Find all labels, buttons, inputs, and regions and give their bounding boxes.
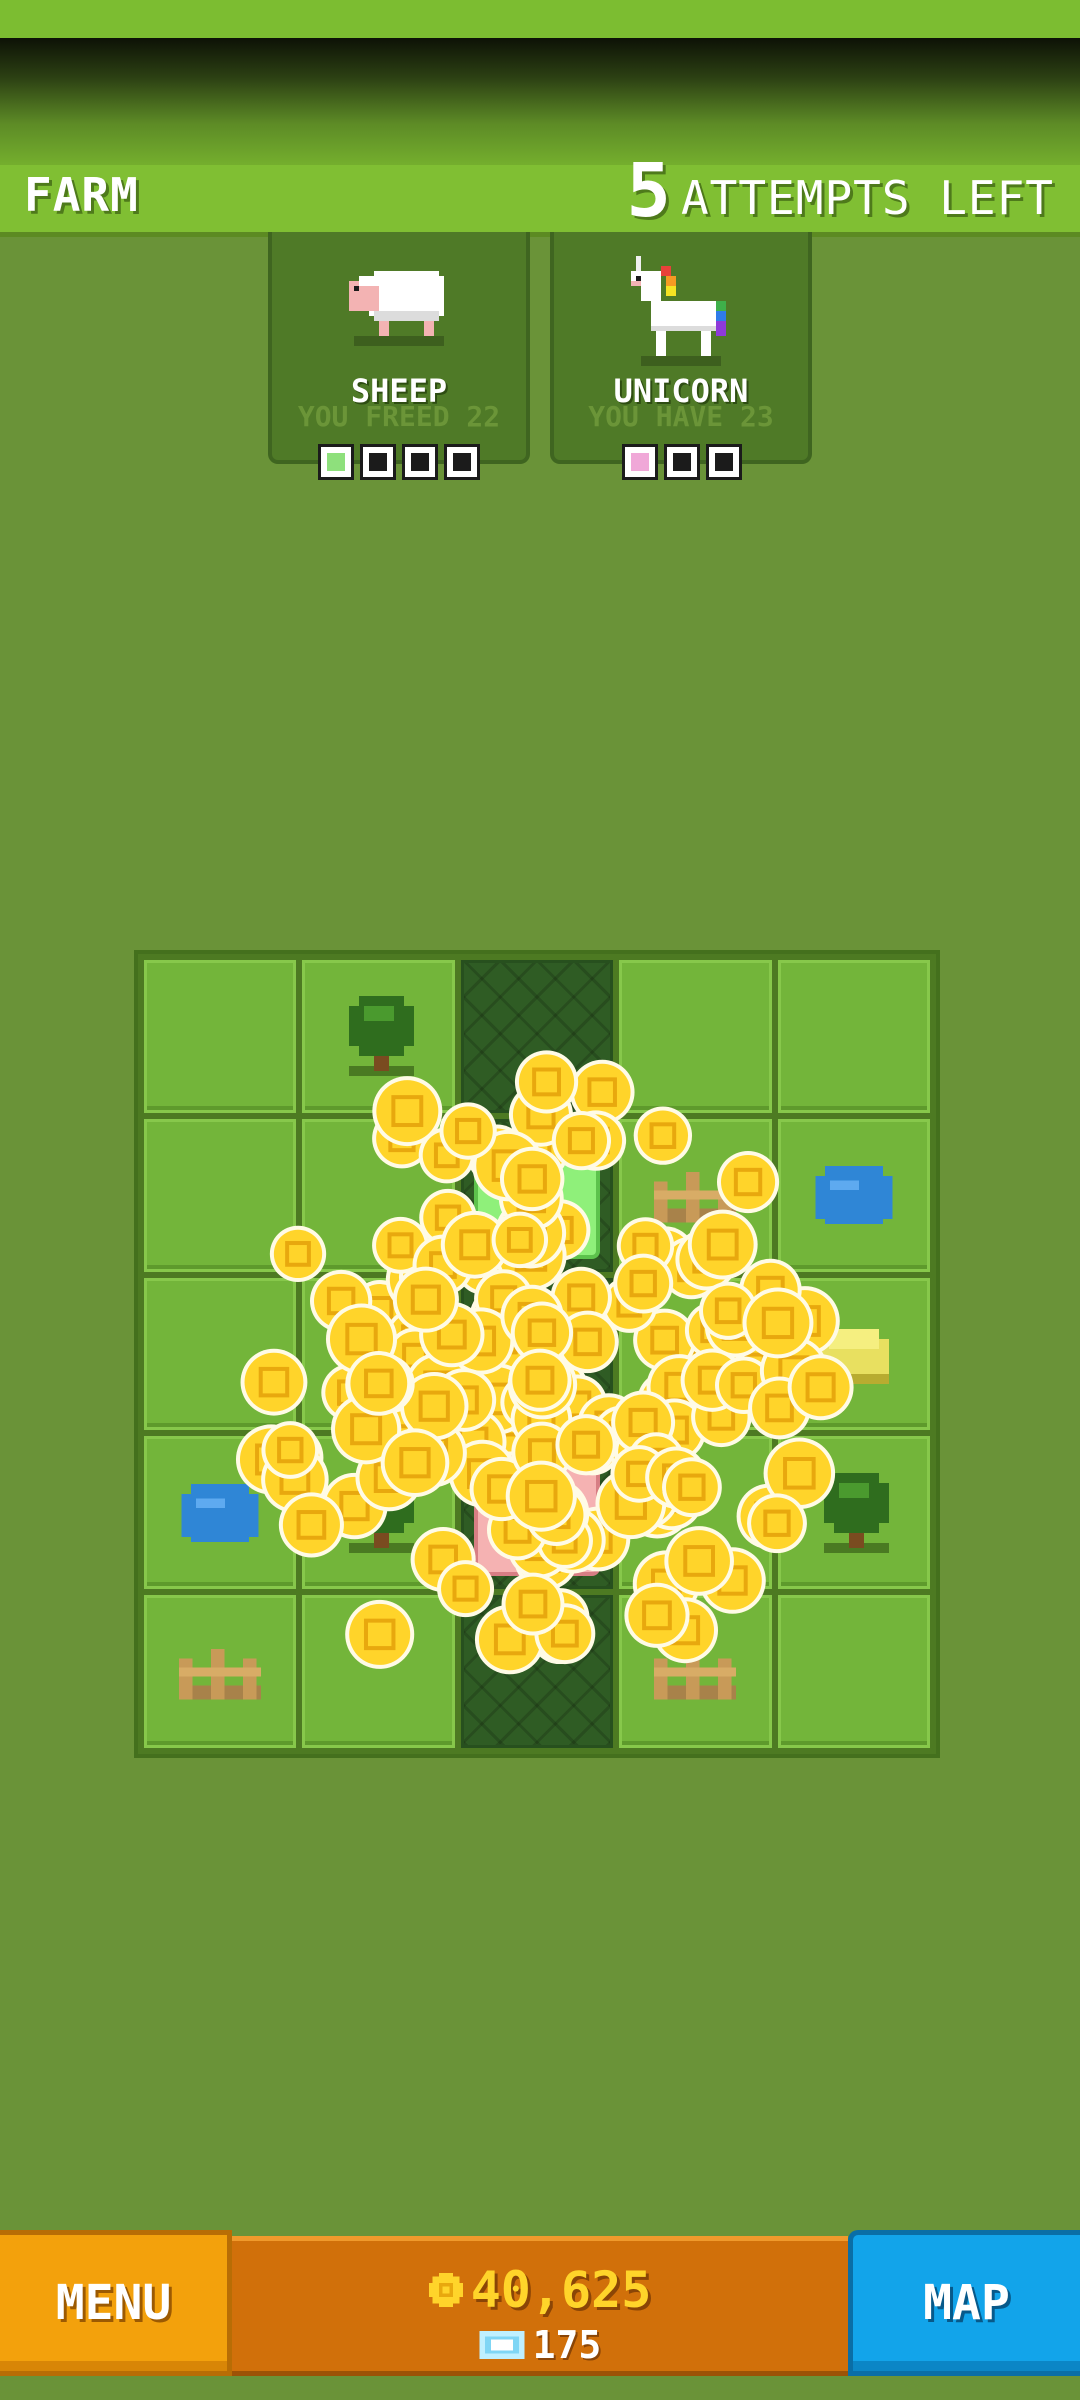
unicorn-progress	[622, 444, 742, 480]
tree-icon	[809, 1468, 899, 1558]
board-tile[interactable]	[777, 1277, 930, 1431]
animal-name: SHEEP	[350, 372, 448, 410]
progress-slot	[444, 444, 480, 480]
hay-icon	[814, 1319, 894, 1389]
board-tile[interactable]	[144, 1436, 297, 1590]
board-tile[interactable]	[777, 1118, 930, 1272]
board-tile[interactable]	[460, 960, 614, 1113]
sheep-progress	[318, 444, 480, 480]
board-tile[interactable]	[619, 1595, 772, 1748]
board-tile[interactable]	[777, 960, 930, 1113]
board-tile[interactable]	[777, 1436, 930, 1590]
game-board[interactable]	[134, 950, 940, 1758]
board-tile[interactable]	[302, 1595, 455, 1748]
coin-icon	[428, 2273, 463, 2307]
tree-icon	[334, 991, 424, 1081]
board-tile[interactable]	[144, 960, 297, 1113]
gem-balance: 175	[232, 2323, 848, 2367]
board-tile[interactable]	[460, 1118, 614, 1272]
progress-slot	[402, 444, 438, 480]
sheep-pen-pad	[473, 1131, 601, 1259]
pond-icon	[806, 1160, 902, 1230]
fence-icon	[652, 1163, 738, 1227]
board-tile[interactable]	[302, 1436, 455, 1590]
board-tile[interactable]	[144, 1595, 297, 1748]
gem-amount: 175	[532, 2323, 602, 2367]
board-tile[interactable]	[460, 1595, 614, 1748]
board-tile[interactable]	[460, 1436, 614, 1590]
sheep-icon	[349, 271, 444, 346]
attempts-counter: 5 ATTEMPTS LEFT	[626, 150, 1054, 232]
gem-icon	[479, 2331, 525, 2359]
bottom-bar: MENU 40,625 175 MAP	[0, 2230, 1080, 2380]
board-tile[interactable]	[144, 1277, 297, 1431]
attempts-label: ATTEMPTS LEFT	[680, 171, 1054, 225]
coin-amount: 40,625	[470, 2261, 652, 2319]
tree-icon	[334, 1468, 424, 1558]
currency-panel: 40,625 175	[232, 2236, 848, 2376]
progress-slot	[360, 444, 396, 480]
fence-icon	[652, 1640, 738, 1704]
animal-card-sheep[interactable]: YOU FREED 22 SHEEP	[268, 232, 530, 464]
board-tile[interactable]	[619, 1277, 772, 1431]
board-tile[interactable]	[777, 1595, 930, 1748]
unicorn-icon	[631, 256, 726, 366]
board-tile[interactable]	[619, 1436, 772, 1590]
progress-slot-filled	[318, 444, 354, 480]
board-tile[interactable]	[144, 1118, 297, 1272]
progress-slot-filled	[622, 444, 658, 480]
progress-slot	[706, 444, 742, 480]
map-button[interactable]: MAP	[848, 2230, 1080, 2376]
attempts-number: 5	[626, 148, 671, 234]
board-tile[interactable]	[302, 1277, 455, 1431]
board-tile[interactable]	[619, 1118, 772, 1272]
animal-card-unicorn[interactable]: YOU HAVE 23 UNICORN	[550, 232, 812, 464]
board-tile[interactable]	[302, 1118, 455, 1272]
board-tile[interactable]	[460, 1277, 614, 1431]
animal-name: UNICORN	[613, 372, 749, 410]
board-tile[interactable]	[302, 960, 455, 1113]
coin-balance: 40,625	[232, 2261, 848, 2319]
level-title: FARM	[24, 168, 139, 222]
fence-icon	[177, 1640, 263, 1704]
progress-slot	[664, 444, 700, 480]
menu-button[interactable]: MENU	[0, 2230, 232, 2376]
status-bar	[0, 0, 1080, 38]
board-tile[interactable]	[619, 960, 772, 1113]
unicorn-pen-pad	[473, 1449, 601, 1577]
pond-icon	[172, 1478, 268, 1548]
